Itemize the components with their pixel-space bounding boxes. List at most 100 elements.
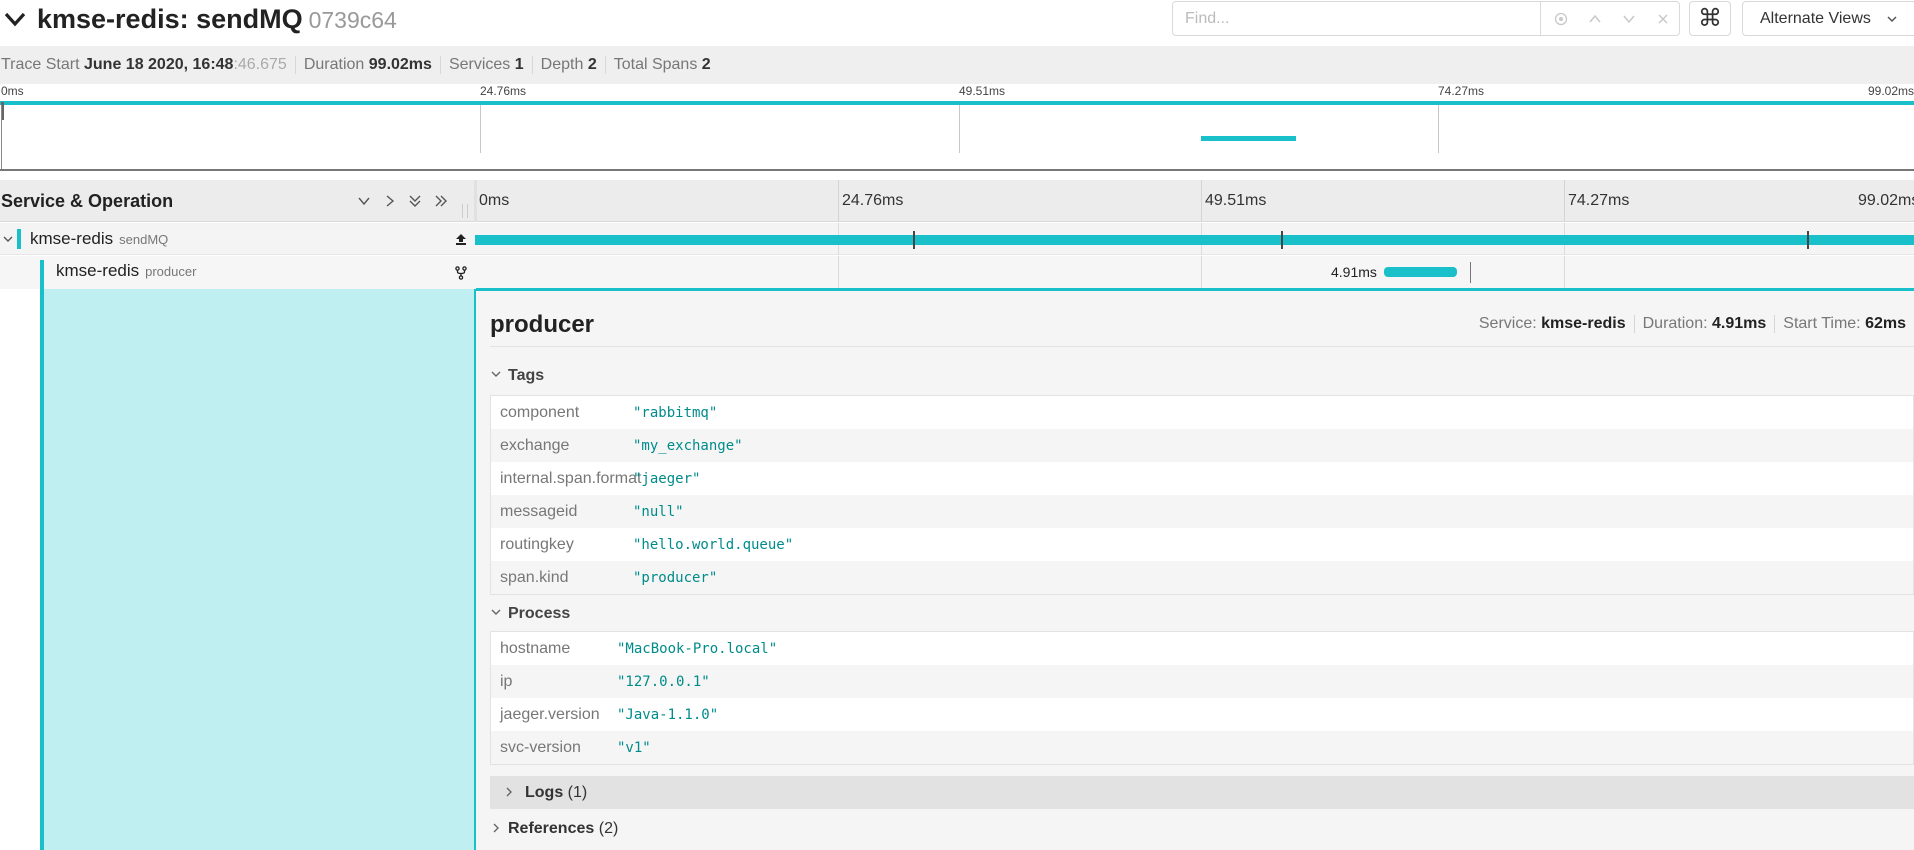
timeline-gridline bbox=[838, 180, 839, 222]
table-row: span.kind "producer" bbox=[491, 561, 1913, 594]
minimap-gridline bbox=[959, 105, 960, 153]
minimap-tick-label: 0ms bbox=[1, 84, 24, 98]
minimap-gridline bbox=[480, 105, 481, 153]
row-gridline bbox=[1564, 256, 1565, 289]
trace-minimap[interactable]: 0ms 24.76ms 49.51ms 74.27ms 99.02ms bbox=[0, 84, 1914, 172]
chevron-down-icon[interactable] bbox=[2, 233, 14, 245]
chevron-down-icon bbox=[1887, 16, 1897, 23]
span-bar-root[interactable] bbox=[475, 235, 1914, 245]
detail-service: Service: kmse-redis bbox=[1471, 315, 1635, 333]
span-service-name: kmse-redis bbox=[56, 261, 140, 280]
process-section-label: Process bbox=[508, 605, 571, 622]
row-gridline bbox=[838, 256, 839, 289]
minimap-baseline bbox=[0, 169, 1914, 171]
tag-value: "hello.world.queue" bbox=[633, 537, 794, 553]
collapse-chevron-icon[interactable] bbox=[2, 6, 28, 32]
span-name-cell[interactable]: kmse-redis producer bbox=[0, 256, 474, 289]
tag-key: exchange bbox=[500, 437, 570, 454]
depth-value: 2 bbox=[587, 56, 597, 73]
tag-key: component bbox=[500, 404, 580, 421]
row-gridline bbox=[1201, 256, 1202, 289]
references-label: References bbox=[508, 820, 595, 837]
chevron-down-icon bbox=[1623, 15, 1635, 23]
tags-table: component "rabbitmq" exchange "my_exchange… bbox=[490, 395, 1914, 595]
table-row: messageid "null" bbox=[491, 495, 1913, 528]
logs-section-toggle[interactable]: Logs (1) bbox=[490, 776, 1914, 809]
process-value: "127.0.0.1" bbox=[617, 674, 710, 690]
collapse-one-button[interactable] bbox=[356, 193, 372, 209]
tag-value: "jaeger" bbox=[633, 471, 701, 487]
span-service-name: kmse-redis bbox=[30, 229, 114, 248]
span-log-marker[interactable] bbox=[1470, 262, 1471, 283]
detail-duration-value: 4.91ms bbox=[1712, 315, 1767, 332]
minimap-tick-label: 49.51ms bbox=[959, 84, 1006, 98]
alternate-views-dropdown[interactable]: Alternate Views bbox=[1742, 1, 1914, 36]
trace-start-value: June 18 2020, 16:48 bbox=[84, 56, 234, 73]
span-name-cell[interactable]: kmse-redis sendMQ bbox=[0, 223, 474, 254]
trace-header: kmse-redis: sendMQ0739c64 ⌘ Alternate Vi… bbox=[0, 0, 1914, 46]
collapse-all-button[interactable] bbox=[407, 193, 423, 209]
span-service-label: kmse-redis producer bbox=[56, 261, 196, 281]
duration-label: Duration bbox=[303, 56, 365, 73]
table-row: hostname "MacBook-Pro.local" bbox=[491, 632, 1913, 665]
locate-icon bbox=[1554, 12, 1568, 25]
expand-all-button[interactable] bbox=[433, 193, 449, 209]
detail-service-label: Service: bbox=[1478, 315, 1537, 332]
process-key: svc-version bbox=[500, 739, 581, 756]
references-count: (2) bbox=[598, 820, 619, 837]
span-log-marker[interactable] bbox=[913, 231, 915, 249]
span-row-child[interactable]: kmse-redis producer 4.91ms bbox=[0, 256, 1914, 289]
trace-services: Services 1 bbox=[441, 56, 533, 74]
column-resize-handle[interactable] bbox=[462, 204, 468, 218]
tag-value: "my_exchange" bbox=[633, 438, 743, 454]
timeline-tick-label: 0ms bbox=[479, 192, 510, 209]
minimap-child-span bbox=[1201, 136, 1296, 141]
span-detail-panel: producer Service: kmse-redis Duration: 4.… bbox=[476, 291, 1914, 850]
timeline-tick-label: 49.51ms bbox=[1205, 192, 1267, 209]
process-table: hostname "MacBook-Pro.local" ip "127.0.0.1… bbox=[490, 631, 1914, 765]
process-value: "MacBook-Pro.local" bbox=[617, 641, 778, 657]
double-chevron-down-icon bbox=[409, 195, 421, 207]
chevron-up-icon bbox=[1589, 14, 1601, 22]
trace-total-spans: Total Spans 2 bbox=[606, 56, 719, 74]
total-spans-label: Total Spans bbox=[613, 56, 698, 73]
next-match-button[interactable] bbox=[1612, 2, 1646, 35]
span-detail-meta: Service: kmse-redis Duration: 4.91ms Start… bbox=[1471, 315, 1914, 333]
minimap-tick-label: 74.27ms bbox=[1438, 84, 1485, 98]
chevron-down-icon bbox=[358, 197, 370, 206]
locate-button[interactable] bbox=[1544, 2, 1578, 35]
detail-duration-label: Duration: bbox=[1642, 315, 1708, 332]
find-input[interactable] bbox=[1173, 2, 1541, 35]
expand-one-button[interactable] bbox=[382, 193, 398, 209]
prev-match-button[interactable] bbox=[1578, 2, 1612, 35]
table-row: ip "127.0.0.1" bbox=[491, 665, 1913, 698]
span-row-root[interactable]: kmse-redis sendMQ bbox=[0, 223, 1914, 255]
keyboard-shortcuts-button[interactable]: ⌘ bbox=[1689, 1, 1731, 36]
depth-label: Depth bbox=[540, 56, 584, 73]
span-detail-title: producer bbox=[490, 311, 595, 338]
minimap-border bbox=[1, 105, 2, 169]
column-divider[interactable] bbox=[474, 180, 477, 222]
trace-title: kmse-redis: sendMQ 0739c64 bbox=[37, 4, 397, 35]
references-section-toggle[interactable]: References (2) bbox=[490, 820, 618, 838]
tag-key: internal.span.format bbox=[500, 470, 642, 487]
detail-duration: Duration: 4.91ms bbox=[1635, 315, 1776, 333]
span-log-marker[interactable] bbox=[1807, 231, 1809, 249]
duration-value: 99.02ms bbox=[368, 56, 432, 73]
table-row: internal.span.format "jaeger" bbox=[491, 462, 1913, 495]
clear-find-button[interactable] bbox=[1646, 2, 1680, 35]
tag-key: span.kind bbox=[500, 569, 569, 586]
tag-key: routingkey bbox=[500, 536, 574, 553]
service-operation-heading: Service & Operation bbox=[1, 191, 174, 211]
logs-label: Logs bbox=[525, 784, 564, 801]
tags-section-label: Tags bbox=[508, 367, 545, 384]
tags-section-toggle[interactable]: Tags bbox=[490, 367, 544, 385]
process-section-toggle[interactable]: Process bbox=[490, 605, 570, 623]
span-bar-child[interactable] bbox=[1384, 267, 1457, 277]
timeline-gridline bbox=[1201, 180, 1202, 222]
trace-start-label: Trace Start bbox=[1, 56, 80, 73]
span-log-marker[interactable] bbox=[1281, 231, 1283, 249]
chevron-right-icon bbox=[386, 195, 395, 207]
timeline-tick-label: 24.76ms bbox=[842, 192, 904, 209]
tag-key: messageid bbox=[500, 503, 578, 520]
